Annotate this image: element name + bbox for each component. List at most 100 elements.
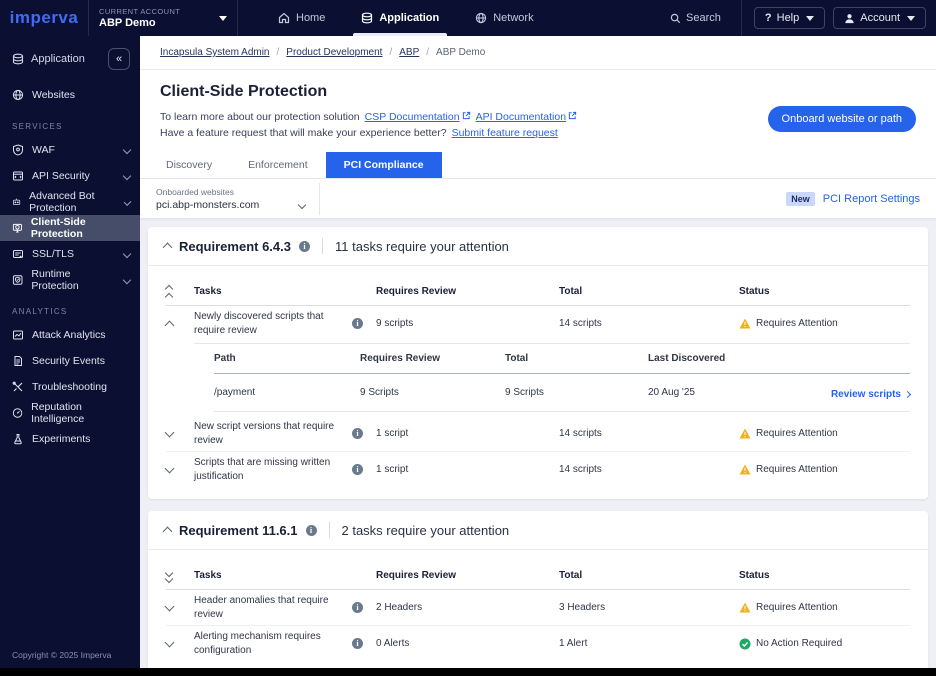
feature-text: Have a feature request that will make yo… [160, 127, 447, 139]
breadcrumb-link[interactable]: ABP [399, 47, 419, 58]
expand-row-icon[interactable] [165, 428, 175, 438]
chart-icon [12, 329, 24, 341]
help-icon: ? [765, 12, 772, 24]
info-icon[interactable]: i [299, 241, 310, 252]
breadcrumb: Incapsula System Admin / Product Develop… [140, 36, 936, 70]
divider [322, 238, 323, 254]
sidebar-item-ssl-tls[interactable]: SSL/TLS [0, 241, 140, 267]
person-icon [844, 13, 855, 24]
application-icon [12, 53, 24, 65]
tab-pci-compliance[interactable]: PCI Compliance [326, 152, 442, 178]
tools-icon [12, 381, 24, 393]
sidebar-item-waf[interactable]: WAF [0, 137, 140, 163]
nav-application[interactable]: Application [343, 0, 457, 36]
column-tasks: Tasks [194, 569, 352, 583]
submit-feature-request-link[interactable]: Submit feature request [452, 127, 558, 139]
sidebar-item-security-events[interactable]: Security Events [0, 348, 140, 374]
table-row: Header anomalies that require review i 2… [166, 590, 910, 626]
tab-discovery[interactable]: Discovery [148, 152, 230, 178]
sidebar-item-label: Advanced Bot Protection [29, 190, 117, 214]
chevron-down-icon [123, 250, 131, 258]
breadcrumb-link[interactable]: Incapsula System Admin [160, 47, 270, 58]
account-switcher[interactable]: CURRENT ACCOUNT ABP Demo [88, 0, 238, 36]
requirement-6-4-3-card: Requirement 6.4.3 i 11 tasks require you… [148, 227, 928, 499]
chevron-down-icon [123, 146, 131, 154]
column-last-discovered: Last Discovered [648, 353, 798, 364]
breadcrumb-current: ABP Demo [436, 47, 485, 58]
breadcrumb-link[interactable]: Product Development [286, 47, 382, 58]
api-window-icon [12, 170, 24, 182]
sidebar-header: Application « [0, 36, 140, 82]
chevron-down-icon [298, 200, 306, 208]
subtable-header: Path Requires Review Total Last Discover… [214, 344, 910, 374]
column-total: Total [559, 570, 739, 581]
sidebar-item-runtime-protection[interactable]: Runtime Protection [0, 267, 140, 293]
info-icon[interactable]: i [352, 428, 363, 439]
monitor-shield-icon [12, 222, 23, 234]
chevron-down-icon [123, 172, 131, 180]
expand-all-icon[interactable] [166, 570, 172, 582]
help-label: Help [777, 12, 800, 24]
expand-row-icon[interactable] [165, 602, 175, 612]
onboarded-websites-select[interactable]: Onboarded websites pci.abp-monsters.com [140, 183, 320, 215]
sidebar-item-troubleshooting[interactable]: Troubleshooting [0, 374, 140, 400]
section-summary: 11 tasks require your attention [335, 239, 509, 254]
info-icon[interactable]: i [352, 638, 363, 649]
sidebar-item-client-side-protection[interactable]: Client-Side Protection [0, 215, 140, 241]
certificate-icon [12, 248, 24, 260]
chevron-down-icon [219, 16, 227, 21]
onboard-website-button[interactable]: Onboard website or path [768, 106, 916, 132]
sidebar-item-attack-analytics[interactable]: Attack Analytics [0, 322, 140, 348]
collapse-section-icon[interactable] [163, 527, 173, 537]
sidebar-item-api-security[interactable]: API Security [0, 163, 140, 189]
expand-row-icon[interactable] [165, 638, 175, 648]
pci-report-settings-link[interactable]: PCI Report Settings [823, 193, 920, 205]
search-button[interactable]: Search [654, 12, 737, 24]
column-status: Status [739, 570, 909, 581]
chevron-down-icon [806, 16, 814, 21]
tab-enforcement[interactable]: Enforcement [230, 152, 326, 178]
flask-icon [12, 433, 24, 445]
csp-documentation-link[interactable]: CSP Documentation [365, 111, 471, 123]
sidebar-item-websites[interactable]: Websites [0, 82, 140, 108]
current-account-label: CURRENT ACCOUNT [99, 7, 180, 16]
info-icon[interactable]: i [352, 318, 363, 329]
nav-network[interactable]: Network [457, 0, 551, 36]
new-badge: New [786, 192, 815, 206]
api-documentation-link[interactable]: API Documentation [476, 111, 577, 123]
help-button[interactable]: ? Help [754, 7, 825, 29]
top-navbar: imperva CURRENT ACCOUNT ABP Demo Home Ap… [0, 0, 936, 36]
nav-application-label: Application [379, 12, 439, 24]
task-name: Alerting mechanism requires configuratio… [194, 630, 352, 657]
divider [329, 522, 330, 538]
table-row: Alerting mechanism requires configuratio… [166, 626, 910, 661]
section-title: Requirement 11.6.1 [179, 523, 298, 538]
onboarded-websites-label: Onboarded websites [156, 187, 305, 197]
collapse-section-icon[interactable] [163, 243, 173, 253]
requires-review-value: 9 Scripts [360, 387, 505, 398]
tab-strip: Discovery Enforcement PCI Compliance [140, 152, 936, 179]
column-total: Total [559, 286, 739, 297]
topbar-right: Search ? Help Account [654, 0, 936, 36]
table-header: Tasks Requires Review Total Status [166, 278, 910, 306]
sidebar-item-advanced-bot-protection[interactable]: Advanced Bot Protection [0, 189, 140, 215]
sidebar-section-analytics: ANALYTICS [0, 293, 140, 322]
collapse-row-icon[interactable] [165, 320, 175, 330]
info-icon[interactable]: i [306, 525, 317, 536]
requires-review-value: 0 Alerts [376, 638, 559, 649]
bot-icon [12, 196, 21, 208]
search-icon [670, 13, 681, 24]
info-icon[interactable]: i [352, 602, 363, 613]
nav-home[interactable]: Home [260, 0, 343, 36]
sidebar-item-reputation-intelligence[interactable]: Reputation Intelligence [0, 400, 140, 426]
collapse-sidebar-button[interactable]: « [108, 48, 130, 70]
sidebar-item-label: Websites [32, 89, 75, 101]
review-scripts-link[interactable]: Review scripts [831, 389, 910, 400]
collapse-all-icon[interactable] [166, 284, 172, 300]
expand-row-icon[interactable] [165, 464, 175, 474]
sidebar-item-experiments[interactable]: Experiments [0, 426, 140, 452]
app-root: imperva CURRENT ACCOUNT ABP Demo Home Ap… [0, 0, 936, 676]
info-icon[interactable]: i [352, 464, 363, 475]
account-menu-button[interactable]: Account [833, 7, 926, 29]
requires-review-value: 1 script [376, 464, 559, 475]
